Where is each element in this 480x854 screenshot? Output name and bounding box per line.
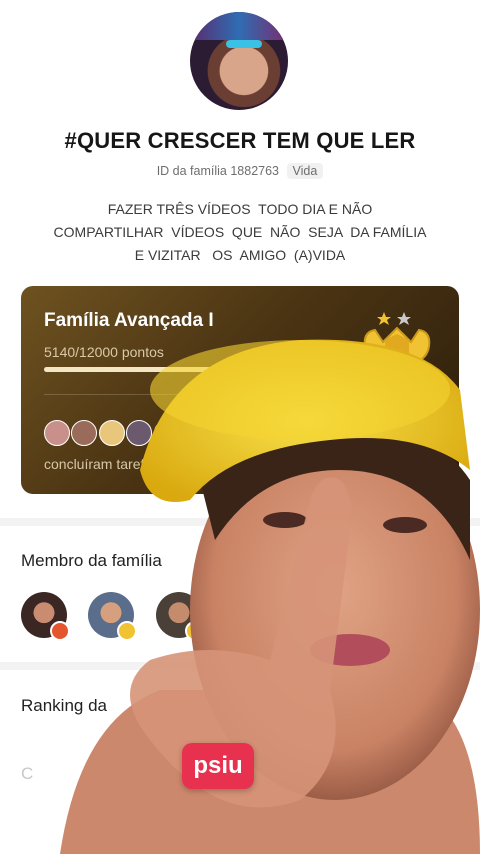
members-list[interactable] — [21, 592, 219, 643]
level-progress-fill — [44, 367, 212, 372]
avatar — [208, 420, 235, 446]
family-name: #QUER CRESCER TEM QUE LER — [64, 128, 416, 153]
avatar — [181, 420, 208, 446]
completed-task-note: concluíram tarefa — [44, 456, 153, 472]
crown-badge-icon — [363, 312, 431, 370]
member-avatar[interactable] — [155, 592, 205, 641]
avatar — [153, 420, 180, 446]
avatar-video-band — [190, 12, 288, 40]
section-divider — [0, 518, 480, 526]
family-id-line: ID da família 1882763 Vida — [0, 163, 480, 179]
level-points: 5140/12000 pontos — [44, 344, 164, 360]
description-line: COMPARTILHAR VÍDEOS QUE NÃO SEJA DA FAMÍ… — [53, 224, 427, 240]
family-tag[interactable]: Vida — [286, 163, 324, 179]
avatar — [126, 420, 153, 446]
faded-section-label: C — [21, 764, 34, 783]
avatar — [71, 420, 98, 446]
member-level-icon — [50, 621, 70, 641]
family-avatar[interactable] — [190, 12, 288, 110]
avatar — [44, 420, 70, 446]
avatar-live-chip — [226, 40, 262, 48]
ranking-label[interactable]: Ranking da — [21, 696, 107, 716]
chevron-right-icon[interactable]: › — [446, 696, 452, 717]
member-level-icon — [184, 621, 205, 641]
level-title: Família Avançada I — [44, 310, 214, 331]
family-id: ID da família 1882763 — [156, 164, 280, 178]
members-section-title[interactable]: Membro da família — [21, 551, 162, 571]
completed-members-avatars[interactable] — [44, 420, 235, 446]
card-divider — [44, 394, 436, 395]
member-avatar[interactable] — [21, 592, 70, 641]
description-line: FAZER TRÊS VÍDEOS TODO DIA E NÃO — [107, 201, 373, 217]
member-level-icon — [117, 621, 138, 641]
section-divider — [0, 662, 480, 670]
family-level-card[interactable]: Família Avançada I 5140/12000 pontos con… — [21, 286, 459, 494]
avatar — [98, 420, 125, 446]
family-description: FAZER TRÊS VÍDEOS TODO DIA E NÃO COMPART… — [30, 198, 450, 267]
ranking-value: 267 — [402, 697, 428, 714]
psiu-sticker: psiu — [182, 743, 254, 789]
description-line: E VIZITAR OS AMIGO (A)VIDA — [134, 247, 346, 263]
member-avatar[interactable] — [88, 592, 138, 641]
